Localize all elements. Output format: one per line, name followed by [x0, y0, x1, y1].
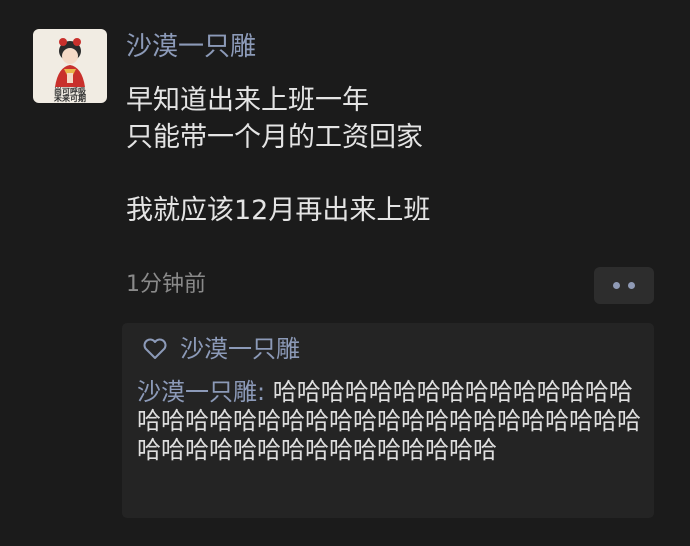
comment-author[interactable]: 沙漠一只雕: [137, 378, 257, 406]
post-timestamp: 1分钟前: [126, 272, 206, 297]
avatar[interactable]: 尚可呼吸 未来可期: [33, 29, 107, 103]
likes-row: 沙漠一只雕: [142, 331, 300, 367]
comment-item[interactable]: 沙漠一只雕: 哈哈哈哈哈哈哈哈哈哈哈哈哈哈哈哈哈哈哈哈哈哈哈哈哈哈哈哈哈哈哈哈哈…: [137, 378, 643, 465]
comment-separator: :: [257, 378, 273, 406]
more-dot-icon: [628, 282, 635, 289]
interactions-panel: 沙漠一只雕 沙漠一只雕: 哈哈哈哈哈哈哈哈哈哈哈哈哈哈哈哈哈哈哈哈哈哈哈哈哈哈哈…: [122, 323, 654, 518]
more-dot-icon: [613, 282, 620, 289]
post-line: 我就应该12月再出来上班: [126, 195, 431, 226]
post-author-name[interactable]: 沙漠一只雕: [126, 29, 256, 65]
post-line: 只能带一个月的工资回家: [126, 122, 423, 153]
post-content: 早知道出来上班一年 只能带一个月的工资回家 我就应该12月再出来上班: [126, 82, 430, 229]
heart-outline-icon: [143, 338, 167, 359]
avatar-caption-2: 未来可期: [54, 94, 86, 103]
post-line: 早知道出来上班一年: [126, 85, 369, 116]
liked-by-name[interactable]: 沙漠一只雕: [180, 331, 300, 367]
more-actions-button[interactable]: [594, 267, 654, 304]
